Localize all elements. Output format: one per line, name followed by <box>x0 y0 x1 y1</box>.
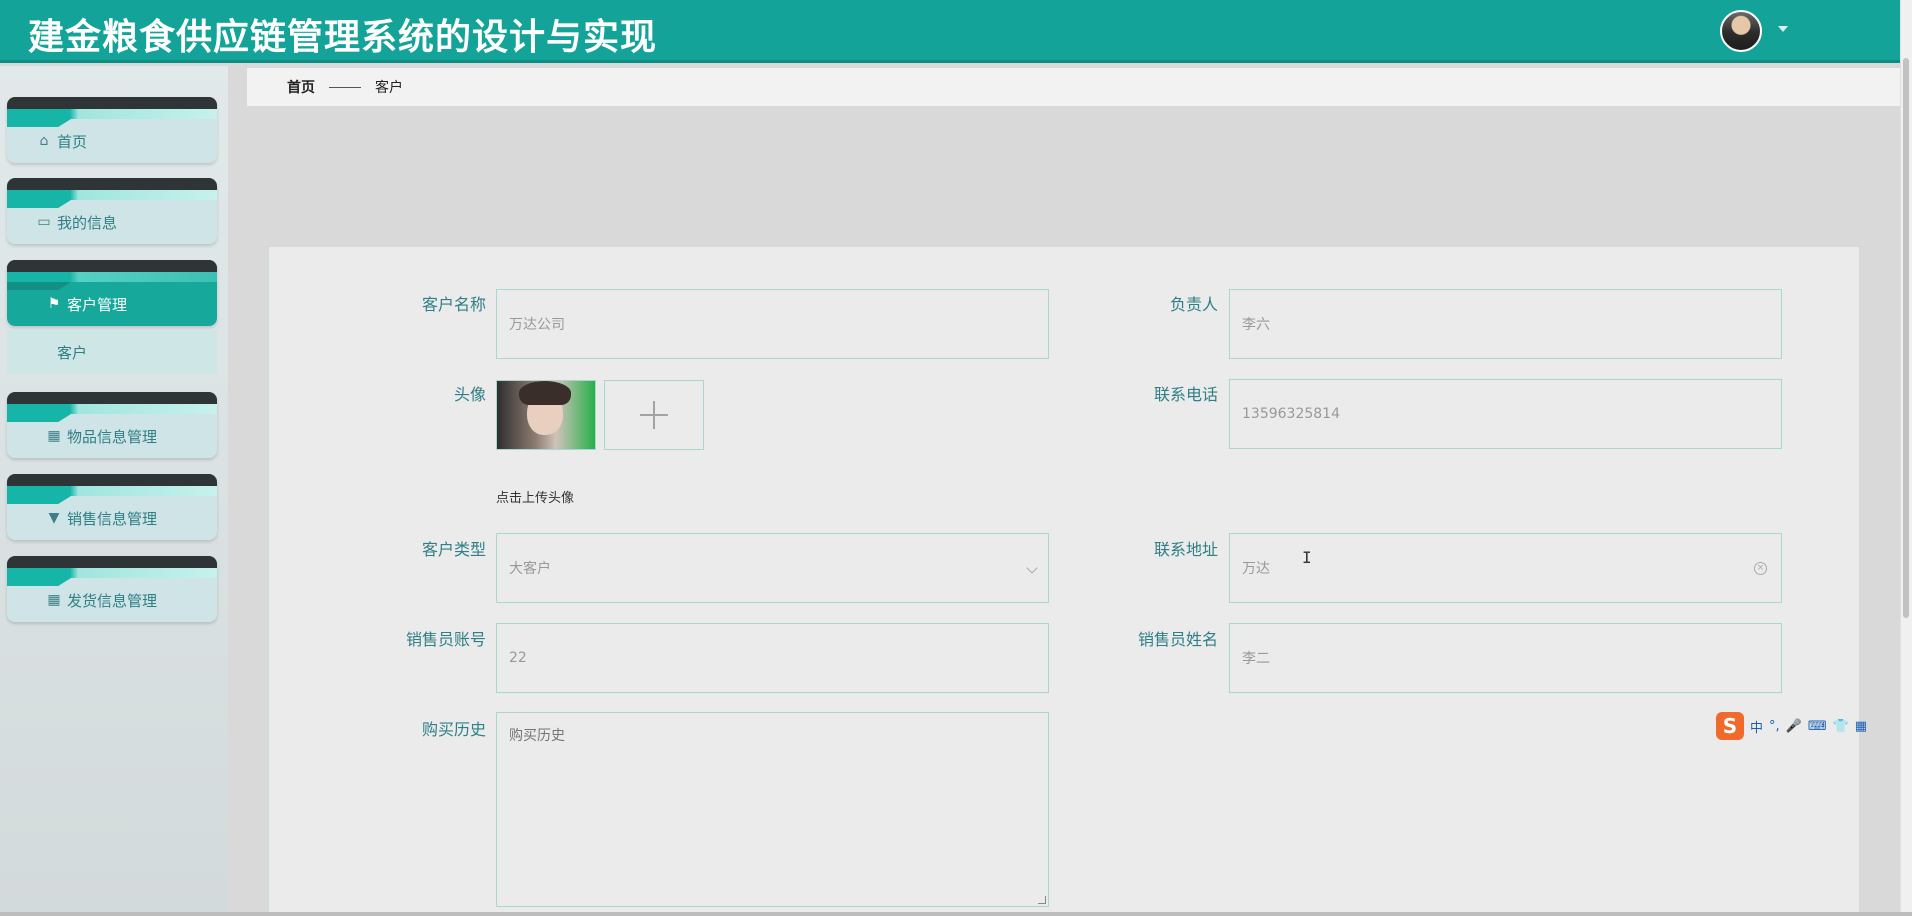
sales-account-input[interactable] <box>509 650 1048 666</box>
avatar-label: 头像 <box>453 385 486 404</box>
ime-punctuation-toggle[interactable]: °, <box>1769 719 1780 734</box>
keyboard-icon[interactable]: ⌨ <box>1808 719 1827 734</box>
customer-name-label: 客户名称 <box>421 295 486 314</box>
breadcrumb-home[interactable]: 首页 <box>287 77 315 97</box>
breadcrumb-current: 客户 <box>375 80 403 96</box>
sidebar-item-label: 销售信息管理 <box>67 509 158 528</box>
sidebar-item-label: 我的信息 <box>57 213 118 232</box>
sidebar-item-customer-management[interactable]: ⚑ 客户管理 <box>7 260 217 326</box>
chevron-down-icon[interactable] <box>1778 26 1788 32</box>
address-label: 联系地址 <box>1153 540 1218 559</box>
sidebar-subitem-customer[interactable]: 客户 <box>7 330 217 374</box>
upload-avatar-button[interactable] <box>604 380 704 450</box>
app-title: 建金粮食供应链管理系统的设计与实现 <box>28 17 658 58</box>
scrollbar-thumb[interactable] <box>1903 58 1909 618</box>
sidebar-item-label: 客户管理 <box>67 295 128 314</box>
phone-field[interactable] <box>1229 379 1782 449</box>
sales-name-input[interactable] <box>1242 650 1781 666</box>
address-field[interactable]: × <box>1229 533 1782 603</box>
breadcrumb: 首页 客户 <box>247 68 1900 106</box>
home-icon: ⌂ <box>39 133 49 149</box>
sales-account-label: 销售员账号 <box>405 630 486 649</box>
sidebar-item-shipping-management[interactable]: ▦ 发货信息管理 <box>7 556 217 622</box>
sales-name-field[interactable] <box>1229 623 1782 693</box>
manager-field[interactable] <box>1229 289 1782 359</box>
phone-label: 联系电话 <box>1153 385 1218 404</box>
sales-account-field[interactable] <box>496 623 1049 693</box>
address-input[interactable] <box>1242 560 1781 576</box>
manager-label: 负责人 <box>1169 295 1218 314</box>
customer-type-value: 大客户 <box>509 561 551 577</box>
ime-language-toggle[interactable]: 中 <box>1750 717 1763 736</box>
purchase-history-label: 购买历史 <box>421 720 486 739</box>
flag-icon: ⚑ <box>47 296 61 312</box>
top-header: 建金粮食供应链管理系统的设计与实现 <box>0 0 1900 63</box>
avatar-preview-image[interactable] <box>496 380 596 450</box>
bottom-edge <box>0 912 1912 916</box>
chevron-down-icon[interactable] <box>1026 562 1038 574</box>
clear-icon[interactable]: × <box>1754 562 1767 575</box>
sidebar-item-goods-management[interactable]: ▦ 物品信息管理 <box>7 392 217 458</box>
microphone-icon[interactable]: 🎤 <box>1786 719 1802 734</box>
sales-name-label: 销售员姓名 <box>1137 630 1218 649</box>
ime-logo-icon[interactable]: S <box>1716 712 1744 740</box>
breadcrumb-separator <box>329 86 361 88</box>
cup-icon: ▼ <box>48 510 60 526</box>
customer-type-label: 客户类型 <box>421 540 486 559</box>
customer-name-input[interactable] <box>509 316 1048 332</box>
sidebar-item-sales-management[interactable]: ▼ 销售信息管理 <box>7 474 217 540</box>
upload-avatar-hint: 点击上传头像 <box>496 491 575 506</box>
grid-icon: ▦ <box>47 592 61 608</box>
sidebar-item-label: 首页 <box>57 132 88 151</box>
customer-name-field[interactable] <box>496 289 1049 359</box>
sidebar-item-label: 物品信息管理 <box>67 427 158 446</box>
sidebar-item-home[interactable]: ⌂ 首页 <box>7 97 217 163</box>
purchase-history-field[interactable] <box>496 712 1049 907</box>
ime-toolbar: S 中 °, 🎤 ⌨ 👕 ▦ <box>1716 712 1912 740</box>
manager-input[interactable] <box>1242 316 1781 332</box>
user-avatar[interactable] <box>1720 10 1762 52</box>
sidebar-item-label: 发货信息管理 <box>67 591 158 610</box>
phone-input[interactable] <box>1242 406 1781 422</box>
apps-grid-icon[interactable]: ▦ <box>1855 719 1867 734</box>
sidebar-item-my-info[interactable]: ▭ 我的信息 <box>7 178 217 244</box>
customer-type-select[interactable]: 大客户 <box>496 533 1049 603</box>
card-icon: ▭ <box>37 214 51 230</box>
resize-handle[interactable] <box>1038 896 1046 904</box>
skin-icon[interactable]: 👕 <box>1833 719 1849 734</box>
text-cursor-icon: I <box>1302 548 1312 567</box>
grid-icon: ▦ <box>47 428 61 444</box>
purchase-history-textarea[interactable] <box>497 713 1048 906</box>
